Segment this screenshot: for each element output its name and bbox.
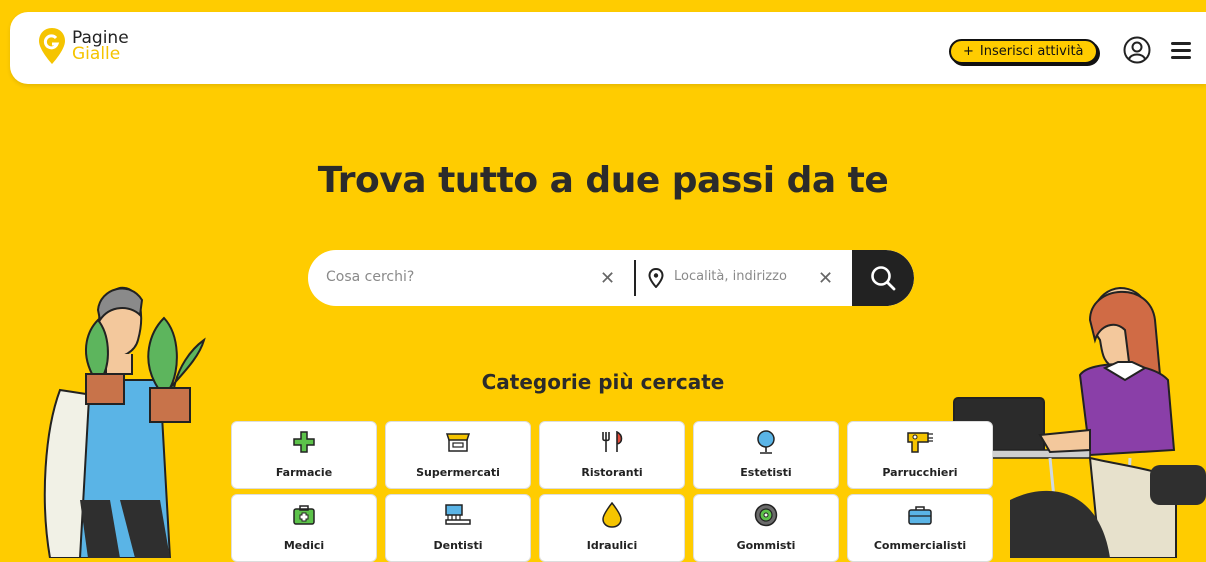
plus-icon: + — [963, 44, 974, 59]
tire-icon — [754, 503, 778, 527]
what-search-input[interactable] — [324, 268, 588, 286]
hair-dryer-icon — [906, 430, 934, 454]
pagine-gialle-logo[interactable]: Pagine Gialle — [38, 26, 129, 66]
category-farmacie[interactable]: Farmacie — [231, 421, 377, 489]
category-gommisti[interactable]: Gommisti — [693, 494, 839, 562]
add-business-label: Inserisci attività — [979, 44, 1084, 59]
fork-knife-icon — [599, 430, 625, 454]
clear-what-icon[interactable]: ✕ — [600, 268, 615, 289]
add-business-button[interactable]: + Inserisci attività — [949, 39, 1098, 64]
location-pin-icon — [648, 268, 664, 288]
category-commercialisti[interactable]: Commercialisti — [847, 494, 993, 562]
user-icon[interactable] — [1123, 36, 1151, 64]
category-label: Parrucchieri — [882, 466, 958, 479]
menu-icon[interactable] — [1170, 40, 1192, 60]
search-bar: ✕ ✕ — [308, 250, 914, 306]
gardener-illustration — [43, 286, 206, 558]
category-label: Ristoranti — [581, 466, 643, 479]
category-medici[interactable]: Medici — [231, 494, 377, 562]
pharmacy-cross-icon — [293, 430, 315, 454]
clear-where-icon[interactable]: ✕ — [818, 268, 833, 289]
briefcase-icon — [907, 503, 933, 527]
store-icon — [446, 430, 470, 454]
category-supermercati[interactable]: Supermercati — [385, 421, 531, 489]
search-submit-button[interactable] — [852, 250, 914, 306]
category-label: Estetisti — [740, 466, 792, 479]
top-header: Pagine Gialle + Inserisci attività — [10, 12, 1206, 84]
mirror-icon — [755, 430, 777, 454]
category-idraulici[interactable]: Idraulici — [539, 494, 685, 562]
category-label: Dentisti — [433, 539, 483, 552]
search-icon — [871, 266, 896, 291]
category-estetisti[interactable]: Estetisti — [693, 421, 839, 489]
category-label: Idraulici — [586, 539, 638, 552]
category-ristoranti[interactable]: Ristoranti — [539, 421, 685, 489]
hero-title: Trova tutto a due passi da te — [317, 160, 889, 201]
logo-pin-icon — [39, 28, 65, 64]
category-parrucchieri[interactable]: Parrucchieri — [847, 421, 993, 489]
water-drop-icon — [601, 502, 623, 528]
category-label: Gommisti — [736, 539, 796, 552]
medical-kit-icon — [292, 503, 316, 527]
logo-line-2: Gialle — [72, 44, 121, 64]
where-search-input[interactable] — [672, 268, 816, 285]
logo-text: Pagine Gialle — [72, 30, 129, 64]
category-label: Commercialisti — [873, 539, 967, 552]
search-divider — [634, 260, 636, 296]
category-label: Medici — [283, 539, 325, 552]
category-label: Farmacie — [275, 466, 333, 479]
category-label: Supermercati — [416, 466, 500, 479]
category-dentisti[interactable]: Dentisti — [385, 494, 531, 562]
toothbrush-icon — [444, 503, 472, 527]
